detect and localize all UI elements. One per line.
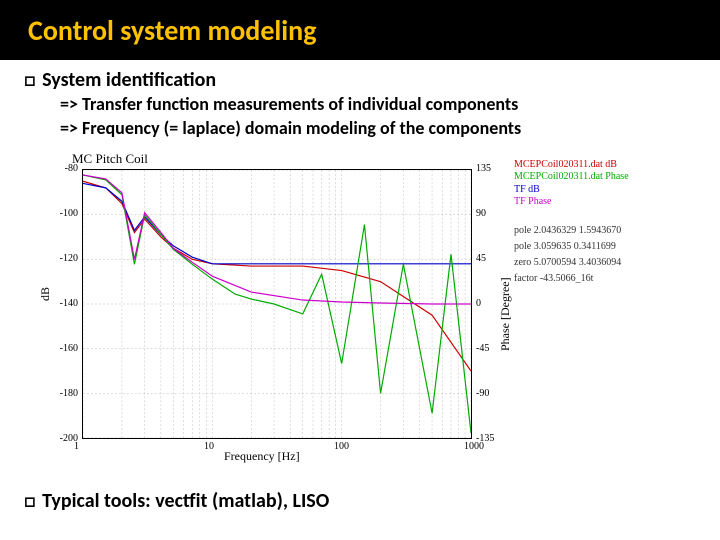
slide-content: □ System identification => Transfer func…	[0, 60, 720, 513]
legend-entry: TF Phase	[514, 196, 629, 209]
ytick-right: -90	[476, 388, 489, 399]
ytick-left: -100	[60, 208, 78, 219]
x-axis-label: Frequency [Hz]	[224, 449, 300, 464]
y-axis-label-left: dB	[38, 287, 53, 301]
xtick: 10	[204, 441, 214, 452]
legend-entry: MCEPCoil020311.dat dB	[514, 159, 629, 172]
bullet-square-icon: □	[24, 68, 36, 92]
ytick-left: -180	[60, 388, 78, 399]
ytick-right: 0	[476, 298, 481, 309]
ytick-left: -160	[60, 343, 78, 354]
bullet-2: □ Typical tools: vectfit (matlab), LISO	[24, 489, 696, 513]
fit-param-line: pole 2.0436329 1.5943670	[514, 223, 621, 239]
plot-area	[82, 169, 472, 439]
ytick-right: 45	[476, 253, 486, 264]
chart: MC Pitch Coil dB Phase [Degree] Frequenc…	[24, 151, 696, 481]
bullet-1: □ System identification	[24, 68, 696, 92]
fit-param-line: zero 5.0700594 3.4036094	[514, 255, 621, 271]
bullet-1-text: System identification	[42, 68, 216, 92]
xtick: 100	[334, 441, 349, 452]
fit-params: pole 2.0436329 1.5943670pole 3.059635 0.…	[514, 223, 621, 287]
xtick: 1000	[464, 441, 484, 452]
fit-param-line: factor -43.5066_16t	[514, 271, 621, 287]
subline-1: => Transfer function measurements of ind…	[24, 92, 696, 116]
legend-entry: MCEPCoil020311.dat Phase	[514, 171, 629, 184]
ytick-left: -140	[60, 298, 78, 309]
ytick-left: -120	[60, 253, 78, 264]
chart-title: MC Pitch Coil	[72, 151, 148, 167]
ytick-right: 135	[476, 163, 491, 174]
series-group	[83, 175, 471, 433]
ytick-right: -45	[476, 343, 489, 354]
xtick: 1	[74, 441, 79, 452]
legend: MCEPCoil020311.dat dBMCEPCoil020311.dat …	[514, 159, 629, 209]
ytick-right: 90	[476, 208, 486, 219]
fit-param-line: pole 3.059635 0.3411699	[514, 239, 621, 255]
title-bar: Control system modeling	[0, 0, 720, 60]
subline-2: => Frequency (= laplace) domain modeling…	[24, 116, 696, 140]
bullet-2-text: Typical tools: vectfit (matlab), LISO	[42, 489, 329, 513]
slide-title: Control system modeling	[28, 13, 316, 48]
legend-entry: TF dB	[514, 184, 629, 197]
bullet-square-icon: □	[24, 489, 36, 513]
y-axis-label-right: Phase [Degree]	[498, 277, 513, 351]
ytick-left: -80	[65, 163, 78, 174]
chart-svg	[83, 170, 471, 438]
